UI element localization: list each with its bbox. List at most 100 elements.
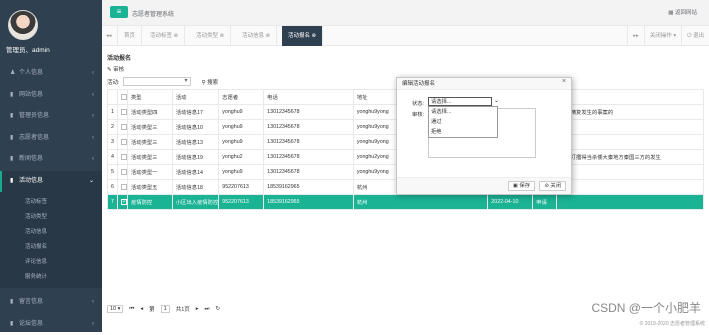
cell-phone: 13012345678 [264,135,354,150]
subnav-item[interactable]: 活动类型 [0,210,102,225]
chevron-left-icon: ‹ [92,106,94,128]
close-action-label: 关闭操作 [650,33,672,39]
row-select[interactable]: ✓ [117,195,127,210]
row-checkbox-checked[interactable]: ✓ [121,199,127,205]
subnav-item[interactable]: 活动报名 [0,240,102,255]
col-header[interactable]: 电话 [264,90,354,105]
row-select[interactable] [117,105,127,120]
tab-home[interactable]: 首页 [118,26,142,46]
refresh-icon[interactable]: ↻ [216,306,221,312]
search-button[interactable]: ⚲ 搜索 [202,78,219,86]
row-select[interactable] [117,135,127,150]
cell-volunteer: yonghu2 [219,150,264,165]
tab-activity-signup[interactable]: 活动报名 ⊗ [282,26,323,46]
cell-date: 2022-04-10 [488,195,533,210]
gear-icon: ▮ [10,85,19,107]
exit-button[interactable]: ⏻ 退出 [681,26,709,46]
close-button[interactable]: ⊘ 关闭 [539,181,566,191]
cell-volunteer: 952207613 [219,180,264,195]
col-header[interactable]: 类型 [127,90,172,105]
next-page-icon[interactable]: ▸ [196,306,199,312]
cell-volunteer: yonghu9 [219,120,264,135]
gear-icon: ▮ [10,292,19,314]
row-checkbox[interactable] [121,124,127,130]
watermark: CSDN @一个小肥羊 [591,299,701,316]
subnav-item[interactable]: 活动信息 [0,225,102,240]
cell-activity: 活动信息14 [172,165,218,180]
status-option[interactable]: 通过 [429,117,497,127]
tab-next-icon[interactable]: ▸▸ [627,26,644,46]
close-action-dropdown[interactable]: 关闭操作 ▾ [644,26,681,46]
sidebar-item-label: 活动信息 [19,178,43,184]
row-select[interactable] [117,150,127,165]
subnav-item[interactable]: 服务统计 [0,270,102,285]
chevron-down-icon[interactable]: ⌄ [494,97,499,104]
home-icon: ▦ [668,10,675,16]
last-page-icon[interactable]: ⏭ [205,306,210,313]
close-icon[interactable]: ⊗ [174,33,179,39]
gear-icon: ▮ [10,149,19,171]
cell-extra: 上大精复发生的事案的 [557,105,704,120]
subnav-item[interactable]: 评论信息 [0,255,102,270]
row-select[interactable] [117,120,127,135]
edit-button[interactable]: ✎ 审核 [107,67,124,73]
cell-phone: 18539162965 [264,180,354,195]
tab-label: 活动类型 [196,33,218,39]
col-header[interactable] [557,90,704,105]
close-icon[interactable]: × [562,78,566,85]
sidebar-item-site[interactable]: ▮网站信息‹ [0,85,102,107]
row-select[interactable] [117,180,127,195]
cell-type: 活动类型三 [127,150,172,165]
cell-phone: 13012345678 [264,165,354,180]
status-option[interactable]: 请选择... [429,107,497,117]
cell-volunteer: yonghu9 [219,105,264,120]
select-all-checkbox[interactable] [121,94,127,100]
row-checkbox[interactable] [121,109,127,115]
tab-activity-info[interactable]: 活动信息 ⊗ [236,26,277,46]
footer-copyright: © 2019-2020 志愿者管理系统 [640,320,705,327]
sidebar-item-messages[interactable]: ▮留言信息‹ [0,292,102,314]
page-number-input[interactable]: 1 [161,305,170,313]
subnav-item[interactable]: 活动标签 [0,195,102,210]
row-checkbox[interactable] [121,169,127,175]
subnav: 活动标签 活动类型 活动信息 活动报名 评论信息 服务统计 [0,192,102,288]
row-checkbox[interactable] [121,139,127,145]
status-select[interactable]: 请选择... [428,97,492,106]
col-header[interactable]: 活动 [172,90,218,105]
close-icon[interactable]: ⊗ [220,33,225,39]
save-button[interactable]: ▣ 保存 [508,181,535,191]
sidebar-item-admin[interactable]: ▮管理员信息‹ [0,106,102,128]
search-icon: ⚲ [202,80,206,86]
close-icon[interactable]: ⊗ [312,33,317,39]
tab-activity-types[interactable]: 活动类型 ⊗ [190,26,231,46]
sidebar-item-label: 管理员信息 [19,113,49,119]
search-label: 搜索 [207,80,218,86]
sidebar-item-news[interactable]: ▮新闻信息‹ [0,149,102,171]
sidebar-item-volunteer[interactable]: ▮志愿者信息‹ [0,128,102,150]
close-icon[interactable]: ⊗ [266,33,271,39]
prev-page-icon[interactable]: ◂ [140,306,143,312]
col-header[interactable]: 志愿者 [219,90,264,105]
sidebar-item-activity[interactable]: ▮活动信息⌄ [0,171,102,193]
activity-filter-select[interactable] [123,77,191,86]
cell-type: 疫情防控 [127,195,172,210]
table-row-selected[interactable]: 7 ✓ 疫情防控 小区出入疫情防控 952207613 18539162965 … [108,195,704,210]
status-option[interactable]: 拒绝 [429,127,497,137]
row-number: 4 [108,150,118,165]
page-size-select[interactable]: 10 ▾ [107,305,123,313]
sidebar-item-profile[interactable]: ♟个人信息‹ [0,63,102,85]
row-checkbox[interactable] [121,154,127,160]
tab-activity-tags[interactable]: 活动标签 ⊗ [144,26,185,46]
home-link[interactable]: ▦ 返回网站 [668,8,697,16]
page-size-value: 10 [110,306,116,312]
col-header[interactable] [117,90,127,105]
cell-phone: 13012345678 [264,105,354,120]
tab-prev-icon[interactable]: ◂◂ [102,26,118,46]
chevron-left-icon: ‹ [92,128,94,150]
row-select[interactable] [117,165,127,180]
tab-label: 活动信息 [242,33,264,39]
first-page-icon[interactable]: ⏮ [129,306,134,313]
menu-icon[interactable]: ≡ [110,6,128,18]
sidebar-item-label: 志愿者信息 [19,135,49,141]
row-checkbox[interactable] [121,184,127,190]
